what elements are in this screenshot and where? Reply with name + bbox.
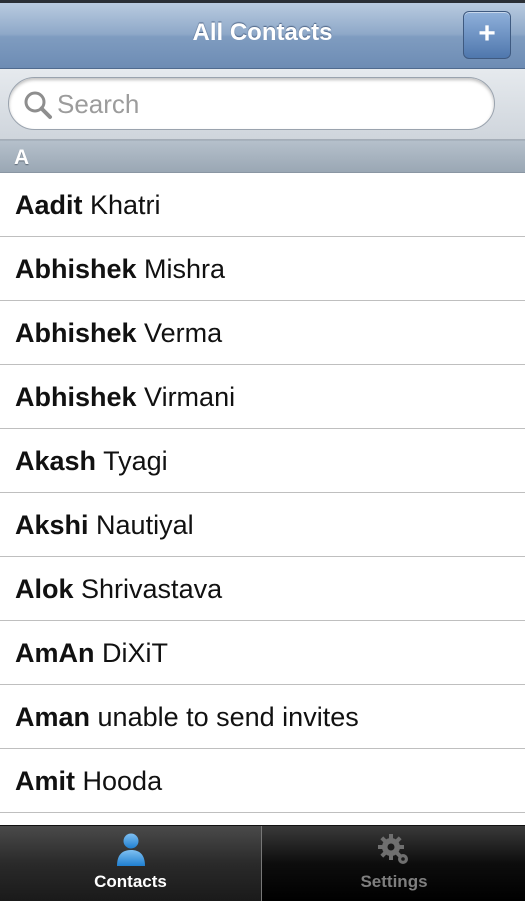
person-icon bbox=[116, 833, 145, 866]
search-field[interactable] bbox=[8, 77, 495, 130]
add-contact-button[interactable]: + bbox=[463, 11, 511, 59]
section-header: A bbox=[0, 140, 525, 173]
list-item[interactable]: Abhishek Mishra bbox=[0, 237, 525, 301]
contact-last-name: Nautiyal bbox=[96, 510, 194, 540]
list-item[interactable]: Akshi Nautiyal bbox=[0, 493, 525, 557]
contact-list: Aadit Khatri Abhishek Mishra Abhishek Ve… bbox=[0, 173, 525, 813]
contact-last-name: Verma bbox=[144, 318, 223, 348]
list-item[interactable]: Amit Hooda bbox=[0, 749, 525, 813]
contact-first-name: Abhishek bbox=[15, 382, 137, 412]
contact-last-name: DiXiT bbox=[102, 638, 169, 668]
contact-first-name: AmAn bbox=[15, 638, 95, 668]
list-item[interactable]: Aadit Khatri bbox=[0, 173, 525, 237]
contact-first-name: Alok bbox=[15, 574, 74, 604]
tab-contacts[interactable]: Contacts bbox=[0, 826, 262, 901]
search-input[interactable] bbox=[55, 84, 479, 124]
contact-last-name: Hooda bbox=[82, 766, 163, 796]
search-icon bbox=[24, 91, 52, 119]
list-item[interactable]: Alok Shrivastava bbox=[0, 557, 525, 621]
page-title: All Contacts bbox=[192, 19, 333, 46]
gear-icon bbox=[378, 834, 408, 864]
contact-first-name: Aman bbox=[15, 702, 91, 732]
contact-last-name: Shrivastava bbox=[81, 574, 223, 604]
contact-last-name: Mishra bbox=[144, 254, 226, 284]
contact-last-name: unable to send invites bbox=[97, 702, 359, 732]
contact-first-name: Akshi bbox=[15, 510, 89, 540]
contact-first-name: Amit bbox=[15, 766, 75, 796]
list-item[interactable]: Akash Tyagi bbox=[0, 429, 525, 493]
list-item[interactable]: Abhishek Virmani bbox=[0, 365, 525, 429]
contact-last-name: Khatri bbox=[90, 190, 161, 220]
nav-bar: All Contacts + bbox=[0, 0, 525, 69]
list-item[interactable]: Aman unable to send invites bbox=[0, 685, 525, 749]
list-item[interactable]: Abhishek Verma bbox=[0, 301, 525, 365]
search-bar bbox=[0, 69, 525, 140]
contact-last-name: Virmani bbox=[144, 382, 236, 412]
tab-settings-label: Settings bbox=[360, 872, 428, 891]
tab-settings[interactable]: Settings bbox=[263, 826, 525, 901]
contact-first-name: Akash bbox=[15, 446, 97, 476]
tab-bar: Contacts Settings bbox=[0, 825, 525, 901]
contact-first-name: Aadit bbox=[15, 190, 83, 220]
contact-first-name: Abhishek bbox=[15, 318, 137, 348]
section-letter: A bbox=[14, 146, 30, 169]
contact-first-name: Abhishek bbox=[15, 254, 137, 284]
list-item[interactable]: AmAn DiXiT bbox=[0, 621, 525, 685]
contact-last-name: Tyagi bbox=[103, 446, 168, 476]
tab-contacts-label: Contacts bbox=[94, 872, 167, 891]
